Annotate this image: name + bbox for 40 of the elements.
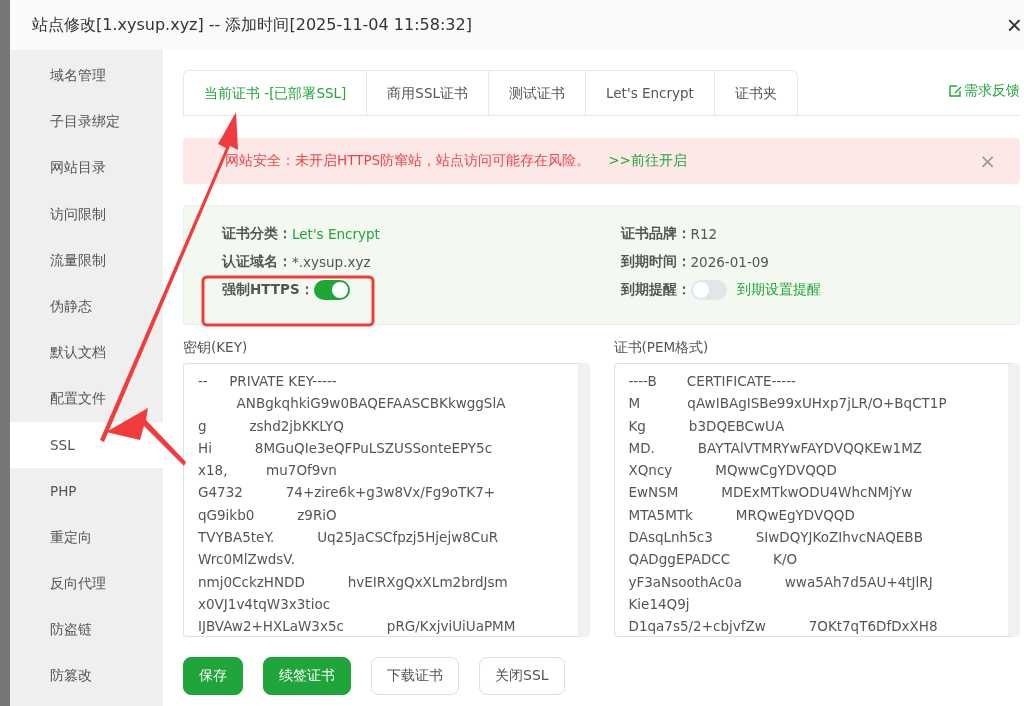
field-value: 2026-01-09 [690, 254, 769, 270]
toggle-switch[interactable] [690, 280, 727, 300]
sidebar-item[interactable]: 流量限制 [10, 236, 163, 283]
field-value: Let's Encrypt [292, 226, 380, 242]
sidebar-item[interactable]: 防篡改 [10, 652, 163, 699]
text-area[interactable]: -- PRIVATE KEY----- ANBgkqhkiG9w0BAQEFAASCBKkwggSlA g zshd2jbKKLYQ Hi 8MGuQIe3eQFPuLSZUSSonteEPY5c x18, mu7Of9vn G4732 74+zire6k+g3w8Vx/Fg9oTK7+ qG9ikb0 z9RiO TVYBA5teY. Uq25JaCSCfpzj5Hjejw8CuR Wrc0MlZwdsV. nmj0CckzHNDD hvEIRXgQxXLm2brdJsm x0VJ1v4tqW3x3tioc IJBVAw2+HXLaW3x5c pRG/KxjviUiUaPMM [183, 363, 590, 637]
edit-icon [948, 84, 962, 98]
field-label: 到期提醒： [620, 281, 691, 299]
sidebar-item[interactable]: SSL [10, 421, 163, 468]
sidebar-item[interactable]: 网站目录 [10, 144, 163, 191]
sidebar-item[interactable]: 反向代理 [10, 560, 163, 607]
action-button[interactable]: 下载证书 [371, 657, 459, 695]
close-button[interactable]: × [1004, 9, 1024, 41]
tab[interactable]: 商用SSL证书 [366, 71, 489, 115]
sidebar-item[interactable]: 默认文档 [10, 329, 163, 376]
field-value: *.xysup.xyz [292, 254, 371, 270]
sidebar-item[interactable]: 重定向 [10, 513, 163, 561]
sidebar-item[interactable]: 伪静态 [10, 282, 163, 330]
field-label: 认证域名： [222, 253, 292, 271]
sidebar-item[interactable]: 子目录绑定 [10, 98, 163, 145]
field-label: 证书(PEM格式) [613, 339, 710, 357]
field-label: 到期时间： [620, 253, 691, 271]
sidebar-item[interactable]: 域名管理 [10, 52, 163, 99]
field-label: 强制HTTPS： [222, 281, 314, 299]
tab[interactable]: Let's Encrypt [585, 71, 714, 115]
action-button[interactable]: 关闭SSL [479, 657, 565, 695]
tab[interactable]: 证书夹 [713, 71, 797, 115]
tab[interactable]: 测试证书 [488, 71, 586, 115]
field-value: R12 [690, 226, 718, 242]
alert-text: 网站安全：未开启HTTPS防窜站，站点访问可能存在风险。 [225, 152, 591, 170]
field-label: 密钥(KEY) [183, 339, 249, 357]
sidebar-item[interactable]: 防盗链 [10, 606, 163, 653]
toggle-switch[interactable] [313, 280, 350, 300]
sidebar-item[interactable]: 访问限制 [10, 190, 163, 237]
sidebar-item[interactable]: PHP [10, 467, 163, 514]
field-label: 证书品牌： [620, 225, 691, 243]
window-title: 站点修改[1.xysup.xyz] -- 添加时间[2025-11-04 11:58:32] [32, 14, 472, 36]
text-area[interactable]: ----B CERTIFICATE----- M qAwIBAgISBe99xUHxp7jLR/O+BqCT1P Kg b3DQEBCwUA MD. BAYTAlVTMRYwFAYDVQQKEw1MZ XQncy MQwwCgYDVQQD EwNSM MDExMTkwODU4WhcNMjYw MTA5MTk MRQwEgYDVQQD DAsqLnh5c3 SIwDQYJKoZIhvcNAQEBB QADggEPADCC K/O yF3aNsoothAc0a wwa5Ah7d5AU+4tJlRJ Kie14Q9j D1qa7s5/2+cbjvfZw 7OKt7qT6DfDxXH8 [613, 363, 1020, 637]
sidebar-item[interactable]: 配置文件 [10, 375, 163, 422]
field-label: 证书分类： [222, 225, 292, 243]
